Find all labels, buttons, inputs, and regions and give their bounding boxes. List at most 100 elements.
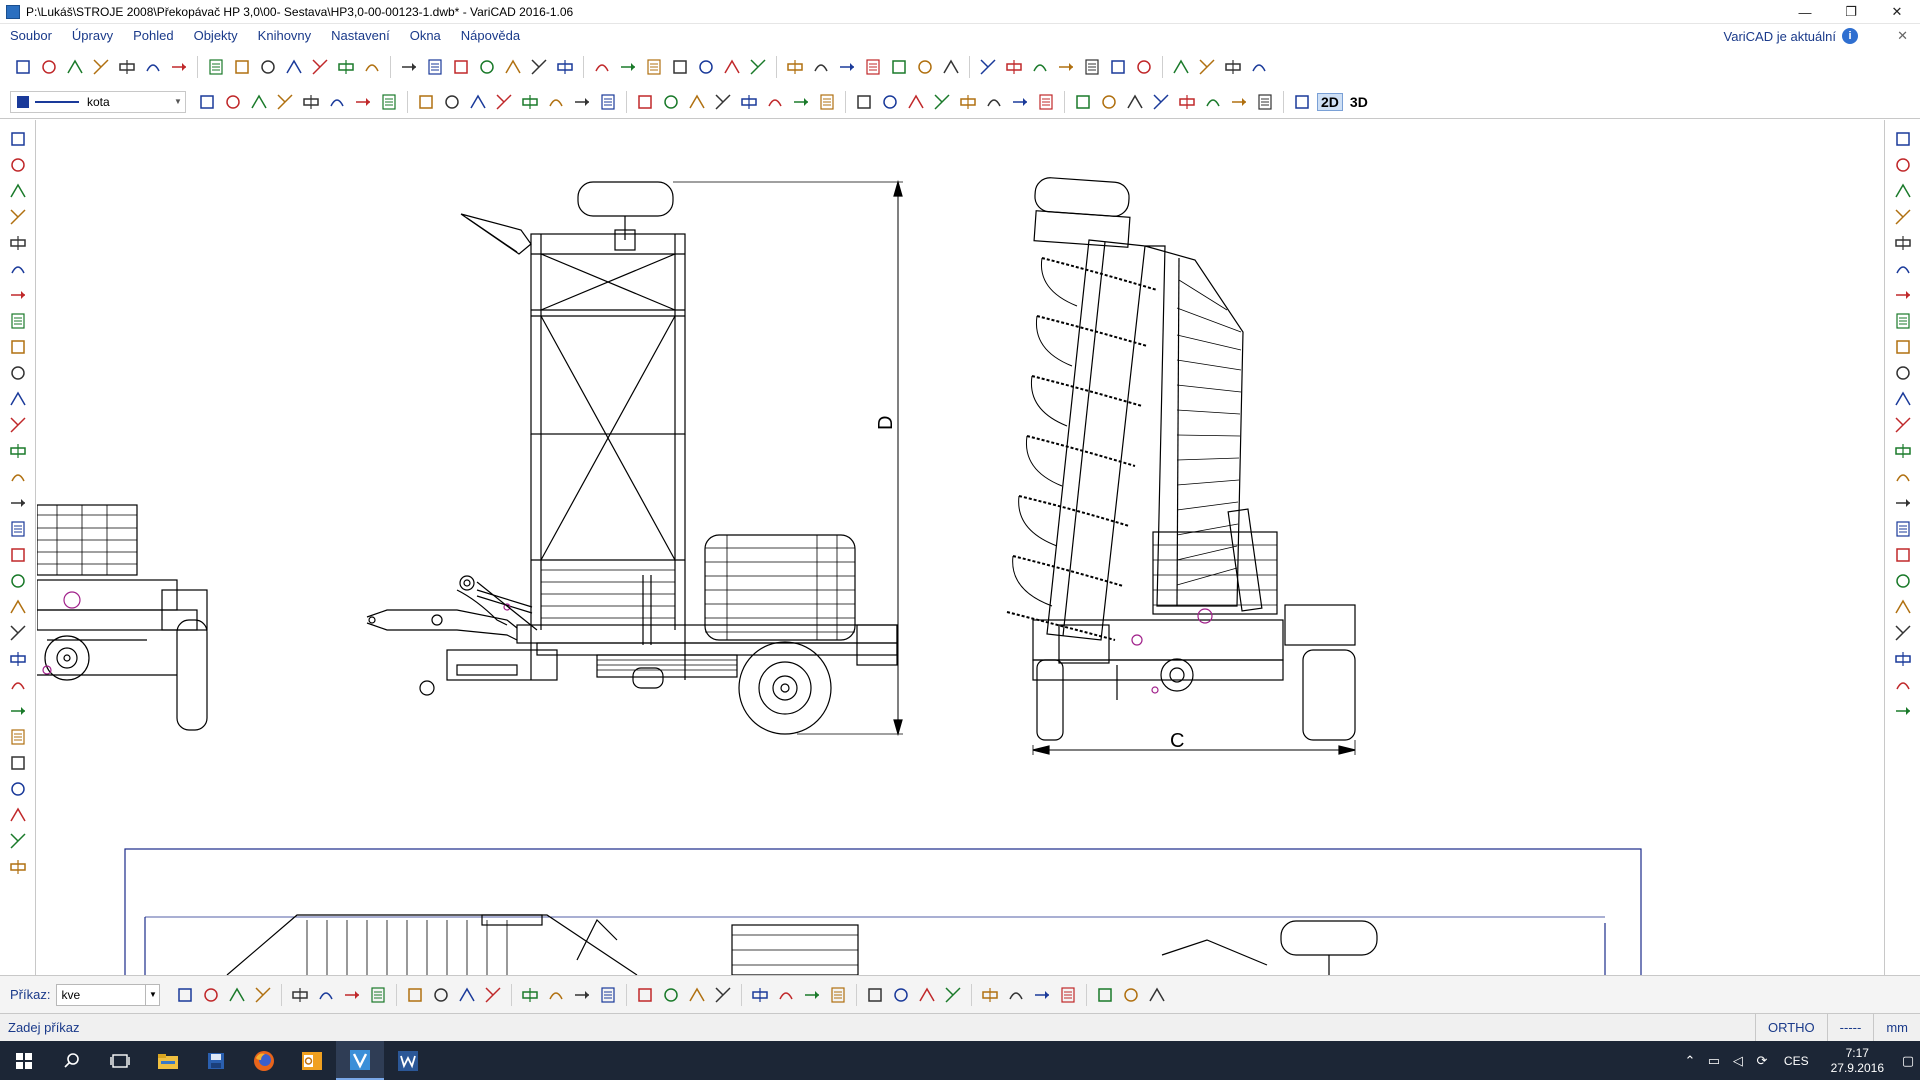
tol2-icon[interactable] (1005, 984, 1027, 1006)
stretch-left-icon[interactable] (7, 466, 29, 488)
chevron-down-icon[interactable]: ▼ (171, 97, 185, 106)
break-icon[interactable] (7, 778, 29, 800)
grid-icon[interactable] (493, 91, 515, 113)
delete-all-icon[interactable] (7, 154, 29, 176)
dim-box2-icon[interactable] (634, 984, 656, 1006)
select-window-icon[interactable] (222, 91, 244, 113)
dim-horizontal-icon[interactable] (1892, 154, 1914, 176)
menu-nastaveni[interactable]: Nastavení (321, 24, 400, 48)
ellipse-tool-icon[interactable] (634, 91, 656, 113)
zoom-all-icon[interactable] (1202, 91, 1224, 113)
dim-v-icon[interactable] (289, 984, 311, 1006)
paint-icon[interactable] (7, 856, 29, 878)
dim-h4-icon[interactable] (252, 984, 274, 1006)
group-icon[interactable] (7, 726, 29, 748)
zoom-out-icon[interactable] (1176, 91, 1198, 113)
hatch-icon[interactable] (361, 56, 383, 78)
dim-table-icon[interactable] (1892, 362, 1914, 384)
move-icon[interactable] (274, 91, 296, 113)
open-file-icon[interactable] (38, 56, 60, 78)
layers-icon[interactable] (1098, 91, 1120, 113)
rotate-copy-icon[interactable] (7, 596, 29, 618)
dim-check2-icon[interactable] (801, 984, 823, 1006)
spring-icon[interactable] (1107, 56, 1129, 78)
frame-left-icon[interactable] (7, 648, 29, 670)
zoom-in-icon[interactable] (1254, 91, 1276, 113)
extend-icon[interactable] (7, 284, 29, 306)
varicad-save-icon[interactable] (192, 1041, 240, 1080)
table-icon[interactable] (914, 56, 936, 78)
dim-edit-icon[interactable] (1892, 622, 1914, 644)
zigzag-icon[interactable] (1133, 56, 1155, 78)
notifications-icon[interactable]: ▢ (1896, 1053, 1920, 1069)
edit-pencil-icon[interactable] (862, 56, 884, 78)
mirror-shape-icon[interactable] (309, 56, 331, 78)
dim-box6-icon[interactable] (749, 984, 771, 1006)
network-icon[interactable]: ▭ (1702, 1053, 1726, 1069)
redo-icon[interactable] (231, 56, 253, 78)
tol4-icon[interactable] (1057, 984, 1079, 1006)
split-horizontal-icon[interactable] (7, 232, 29, 254)
join-icon[interactable] (7, 804, 29, 826)
dim-a3-icon[interactable] (456, 984, 478, 1006)
delete-icon[interactable] (415, 91, 437, 113)
mode-3d-button[interactable]: 3D (1347, 94, 1371, 110)
offset-icon[interactable] (7, 492, 29, 514)
brush-icon[interactable] (686, 91, 708, 113)
dim-chain-three-icon[interactable] (1892, 518, 1914, 540)
tol-icon[interactable] (979, 984, 1001, 1006)
transform-icon[interactable] (467, 91, 489, 113)
dim-a2-icon[interactable] (430, 984, 452, 1006)
dim-box3-icon[interactable] (660, 984, 682, 1006)
polygon-icon[interactable] (335, 56, 357, 78)
snap-rotate-icon[interactable] (747, 56, 769, 78)
check-icon[interactable] (957, 91, 979, 113)
assembly-icon[interactable] (1081, 56, 1103, 78)
explode-icon[interactable] (7, 700, 29, 722)
dim-angle-two-icon[interactable] (1892, 440, 1914, 462)
save-all-icon[interactable] (90, 56, 112, 78)
start-icon[interactable] (0, 1041, 48, 1080)
command-input[interactable] (56, 983, 147, 1006)
measure-bar-icon[interactable] (7, 388, 29, 410)
polyline-icon[interactable] (257, 56, 279, 78)
dim-vertical-icon[interactable] (1892, 180, 1914, 202)
move-copy-icon[interactable] (441, 91, 463, 113)
cross-3d-icon[interactable] (1029, 56, 1051, 78)
split-vertical-icon[interactable] (7, 180, 29, 202)
text-icon[interactable] (738, 91, 760, 113)
restore-button[interactable]: ❐ (1828, 0, 1874, 24)
dim-v3-icon[interactable] (341, 984, 363, 1006)
dim-v2-icon[interactable] (315, 984, 337, 1006)
dim-table-edit-icon[interactable] (1892, 388, 1914, 410)
move-multi-icon[interactable] (300, 91, 322, 113)
menu-objekty[interactable]: Objekty (184, 24, 248, 48)
edit-object-icon[interactable] (1124, 91, 1146, 113)
stretch-icon[interactable] (352, 91, 374, 113)
chevron-down-icon[interactable]: ▼ (146, 983, 161, 1006)
pan-icon[interactable] (1291, 91, 1313, 113)
layer-manage-icon[interactable] (196, 91, 218, 113)
tol3-icon[interactable] (1031, 984, 1053, 1006)
dim-h-icon[interactable] (174, 984, 196, 1006)
ellipse-icon[interactable] (476, 56, 498, 78)
color-icon[interactable] (1094, 984, 1116, 1006)
arc-edit-icon[interactable] (7, 336, 29, 358)
rectangle-icon[interactable] (283, 56, 305, 78)
dim-remove-icon[interactable] (1892, 596, 1914, 618)
update-status[interactable]: VariCAD je aktuální i (1724, 24, 1858, 48)
box-3d-icon[interactable] (1003, 56, 1025, 78)
search-icon[interactable] (48, 1041, 96, 1080)
zoom-window-icon[interactable] (1150, 91, 1172, 113)
info-icon[interactable]: i (1842, 28, 1858, 44)
disp-2-icon[interactable] (1222, 56, 1244, 78)
copy-multi-icon[interactable] (7, 544, 29, 566)
copy-icon[interactable] (142, 56, 164, 78)
block-array-icon[interactable] (7, 830, 29, 852)
keyboard-icon[interactable] (977, 56, 999, 78)
select-all-icon[interactable] (248, 91, 270, 113)
text-scale-icon[interactable] (879, 91, 901, 113)
corner-icon[interactable] (7, 362, 29, 384)
point-icon[interactable] (519, 91, 541, 113)
ortho-toggle[interactable]: ORTHO (1754, 1013, 1827, 1042)
